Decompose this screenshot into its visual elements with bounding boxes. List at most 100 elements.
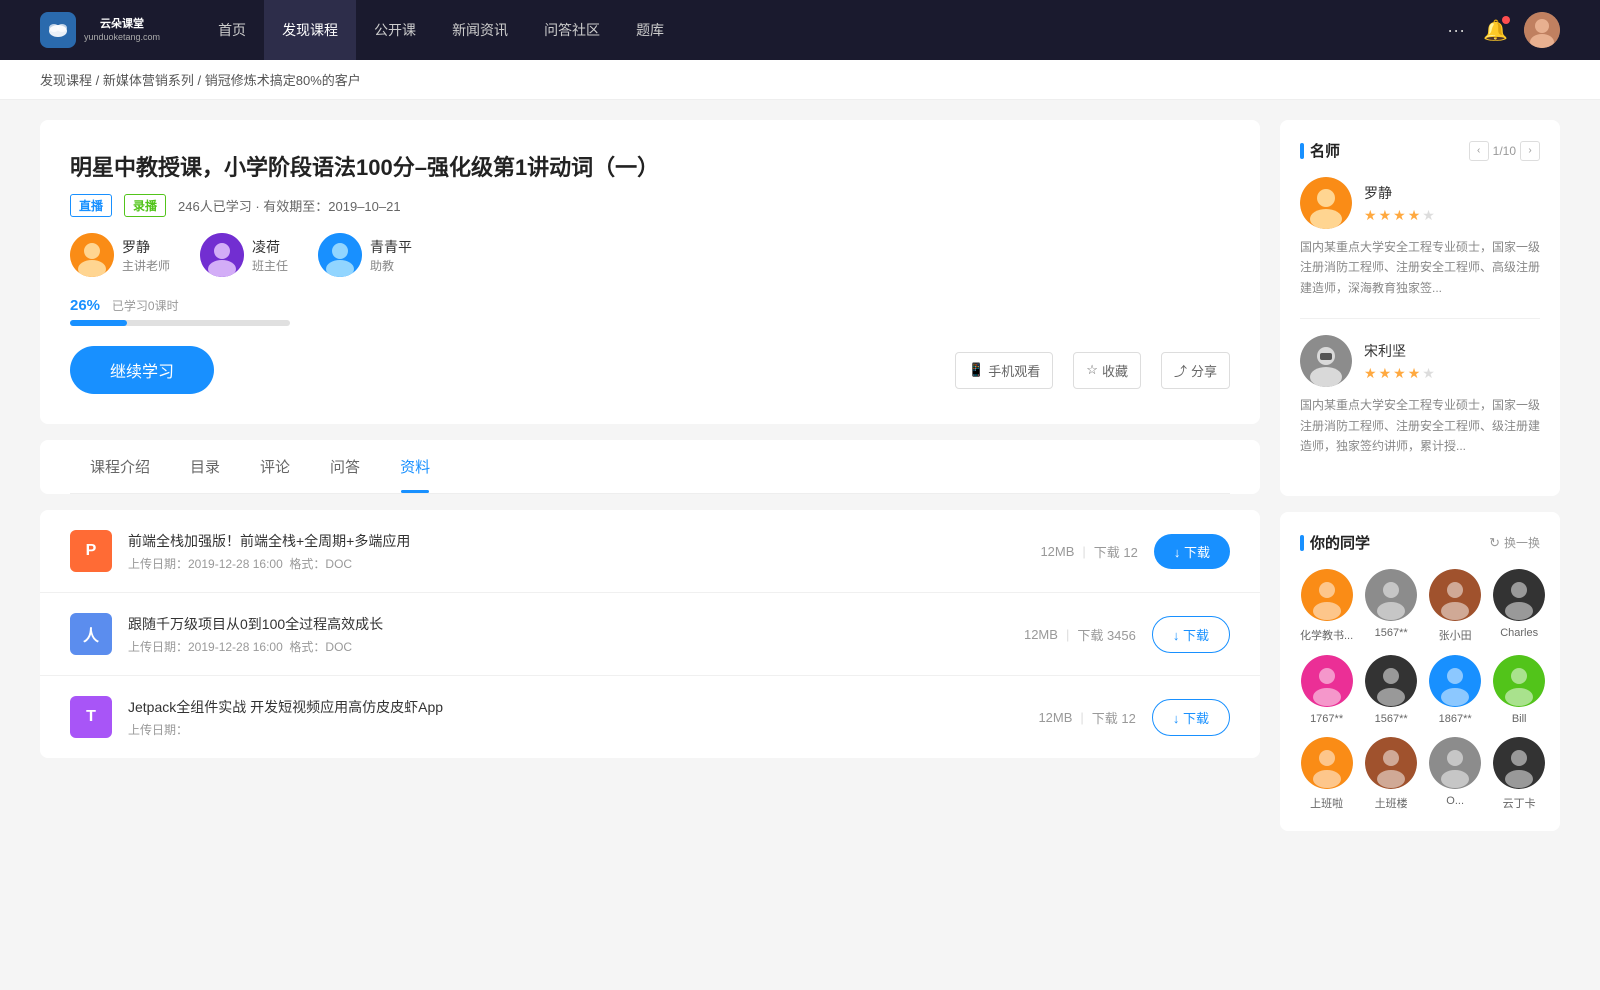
collect-label: 收藏 <box>1102 361 1128 380</box>
classmate-name-0: 化学教书... <box>1300 627 1353 643</box>
classmate-item-0[interactable]: 化学教书... <box>1300 569 1353 643</box>
classmate-item-9[interactable]: 土班楼 <box>1365 737 1417 811</box>
sidebar-teacher-1-avatar <box>1300 177 1352 229</box>
sidebar-teacher-2-avatar <box>1300 335 1352 387</box>
nav-item-首页[interactable]: 首页 <box>200 0 264 60</box>
nav-links: 首页发现课程公开课新闻资讯问答社区题库 <box>200 0 1429 60</box>
material-meta-1: 上传日期：2019-12-28 16:00 格式：DOC <box>128 638 1008 655</box>
classmate-name-2: 张小田 <box>1429 627 1481 643</box>
tab-课程介绍[interactable]: 课程介绍 <box>70 440 170 493</box>
nav-item-题库[interactable]: 题库 <box>618 0 682 60</box>
classmates-title-text: 你的同学 <box>1310 532 1370 553</box>
classmate-name-9: 土班楼 <box>1365 795 1417 811</box>
teachers-list: 罗静 主讲老师 凌荷 班主任 <box>70 233 1230 277</box>
next-page-button[interactable]: › <box>1520 141 1540 161</box>
collect-icon: ☆ <box>1086 362 1098 378</box>
download-button-2[interactable]: ↓ 下载 <box>1152 699 1230 736</box>
classmate-avatar-1 <box>1365 569 1417 621</box>
classmate-item-7[interactable]: Bill <box>1493 655 1545 725</box>
nav-more[interactable]: ··· <box>1429 0 1483 60</box>
pagination-text: 1/10 <box>1493 144 1516 158</box>
divider <box>1300 318 1540 319</box>
mobile-watch-button[interactable]: 📱 手机观看 <box>955 352 1053 389</box>
teacher-item-2: 凌荷 班主任 <box>200 233 288 277</box>
sidebar-teacher-2-header: 宋利坚 ★ ★ ★ ★ ★ <box>1300 335 1540 387</box>
sidebar-teacher-1-info: 罗静 ★ ★ ★ ★ ★ <box>1364 183 1435 224</box>
share-button[interactable]: ⤴ 分享 <box>1161 352 1230 389</box>
material-stats-0: 12MB | 下载 12 <box>1040 542 1137 561</box>
classmate-name-6: 1867** <box>1429 713 1481 725</box>
breadcrumb-current: 销冠修炼术搞定80%的客户 <box>205 73 361 88</box>
pagination-ctrl: ‹ 1/10 › <box>1469 141 1540 161</box>
nav-right: 🔔 <box>1483 12 1560 48</box>
action-links: 📱 手机观看 ☆ 收藏 ⤴ 分享 <box>955 352 1230 389</box>
material-size-0: 12MB <box>1040 544 1074 559</box>
classmate-name-4: 1767** <box>1300 713 1353 725</box>
sidebar-area: 名师 ‹ 1/10 › 罗静 ★ ★ <box>1280 120 1560 847</box>
tabs-list: 课程介绍目录评论问答资料 <box>70 440 1230 494</box>
nav-item-公开课[interactable]: 公开课 <box>356 0 434 60</box>
share-label: 分享 <box>1191 361 1217 380</box>
classmate-name-7: Bill <box>1493 713 1545 725</box>
user-avatar[interactable] <box>1524 12 1560 48</box>
classmate-avatar-10 <box>1429 737 1481 789</box>
classmate-avatar-5 <box>1365 655 1417 707</box>
breadcrumb-item-2[interactable]: 新媒体营销系列 <box>103 73 194 88</box>
classmate-item-10[interactable]: O... <box>1429 737 1481 811</box>
material-icon-2: T <box>70 696 112 738</box>
material-downloads-1: 下载 3456 <box>1077 625 1136 644</box>
prev-page-button[interactable]: ‹ <box>1469 141 1489 161</box>
tab-资料[interactable]: 资料 <box>380 440 450 493</box>
material-item-2: T Jetpack全组件实战 开发短视频应用高仿皮皮虾App 上传日期： 12M… <box>40 676 1260 758</box>
classmate-item-5[interactable]: 1567** <box>1365 655 1417 725</box>
nav-item-新闻资讯[interactable]: 新闻资讯 <box>434 0 526 60</box>
classmate-name-11: 云丁卡 <box>1493 795 1545 811</box>
classmates-grid: 化学教书... 1567** 张小田 Charles 1767** 1567**… <box>1300 569 1540 811</box>
classmate-item-3[interactable]: Charles <box>1493 569 1545 643</box>
classmate-avatar-6 <box>1429 655 1481 707</box>
classmate-name-8: 上班啦 <box>1300 795 1353 811</box>
tab-问答[interactable]: 问答 <box>310 440 380 493</box>
notification-bell[interactable]: 🔔 <box>1483 18 1508 43</box>
material-stats-1: 12MB | 下载 3456 <box>1024 625 1136 644</box>
classmate-item-11[interactable]: 云丁卡 <box>1493 737 1545 811</box>
classmate-name-3: Charles <box>1493 627 1545 639</box>
refresh-label: 换一换 <box>1504 534 1540 551</box>
classmate-item-2[interactable]: 张小田 <box>1429 569 1481 643</box>
materials-card: P 前端全栈加强版！前端全栈+全周期+多端应用 上传日期：2019-12-28 … <box>40 510 1260 758</box>
breadcrumb-item-1[interactable]: 发现课程 <box>40 73 92 88</box>
share-icon: ⤴ <box>1174 361 1187 380</box>
breadcrumb: 发现课程 / 新媒体营销系列 / 销冠修炼术搞定80%的客户 <box>0 60 1600 100</box>
classmate-avatar-11 <box>1493 737 1545 789</box>
collect-button[interactable]: ☆ 收藏 <box>1073 352 1141 389</box>
tab-目录[interactable]: 目录 <box>170 440 240 493</box>
material-title-2: Jetpack全组件实战 开发短视频应用高仿皮皮虾App <box>128 697 1022 717</box>
nav-item-发现课程[interactable]: 发现课程 <box>264 0 356 60</box>
classmate-item-8[interactable]: 上班啦 <box>1300 737 1353 811</box>
material-meta-0: 上传日期：2019-12-28 16:00 格式：DOC <box>128 555 1024 572</box>
teacher-info-1: 罗静 主讲老师 <box>122 237 170 274</box>
teacher-name-2: 凌荷 <box>252 237 288 257</box>
mobile-icon: 📱 <box>968 362 984 378</box>
material-stats-2: 12MB | 下载 12 <box>1038 708 1135 727</box>
nav-item-问答社区[interactable]: 问答社区 <box>526 0 618 60</box>
download-button-1[interactable]: ↓ 下载 <box>1152 616 1230 653</box>
refresh-icon: ↻ <box>1489 535 1500 551</box>
progress-section: 26% 已学习0课时 <box>70 297 1230 326</box>
classmate-item-4[interactable]: 1767** <box>1300 655 1353 725</box>
classmate-avatar-8 <box>1301 737 1353 789</box>
continue-button[interactable]: 继续学习 <box>70 346 214 394</box>
classmate-item-1[interactable]: 1567** <box>1365 569 1417 643</box>
download-button-0[interactable]: ↓ 下载 <box>1154 534 1230 569</box>
sidebar-teacher-2-stars: ★ ★ ★ ★ ★ <box>1364 365 1435 382</box>
tab-评论[interactable]: 评论 <box>240 440 310 493</box>
refresh-button[interactable]: ↻ 换一换 <box>1489 534 1540 551</box>
material-item-0: P 前端全栈加强版！前端全栈+全周期+多端应用 上传日期：2019-12-28 … <box>40 510 1260 593</box>
progress-bar-fill <box>70 320 127 326</box>
sidebar-teacher-2-desc: 国内某重点大学安全工程专业硕士，国家一级注册消防工程师、注册安全工程师、级注册建… <box>1300 395 1540 456</box>
logo[interactable]: 云朵课堂 yunduoketang.com <box>40 12 160 48</box>
sidebar-teacher-2-info: 宋利坚 ★ ★ ★ ★ ★ <box>1364 341 1435 382</box>
navbar: 云朵课堂 yunduoketang.com 首页发现课程公开课新闻资讯问答社区题… <box>0 0 1600 60</box>
progress-label: 26% <box>70 297 100 314</box>
classmate-item-6[interactable]: 1867** <box>1429 655 1481 725</box>
